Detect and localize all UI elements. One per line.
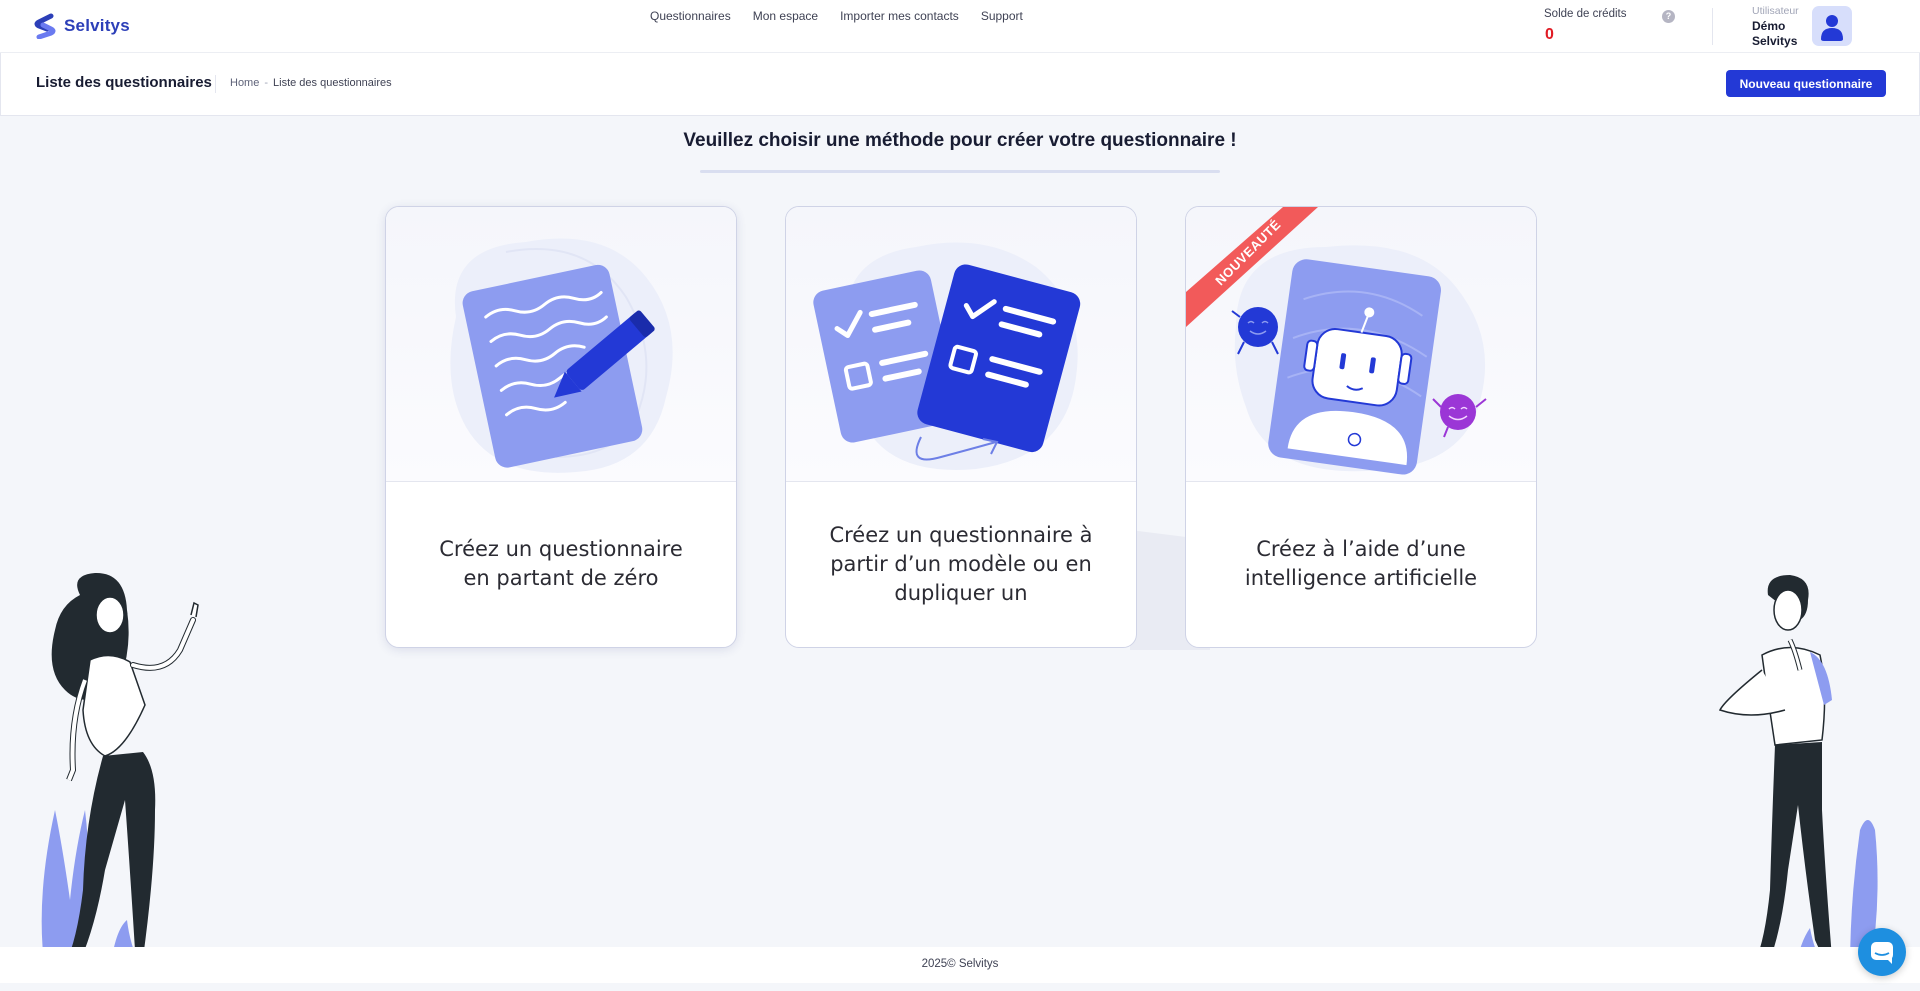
divider: [1712, 8, 1713, 45]
footer: 2025© Selvitys: [0, 947, 1920, 983]
card-label-line: dupliquer un: [894, 580, 1028, 605]
card-label-line: partir d’un modèle ou en: [830, 551, 1092, 576]
create-with-ai-card[interactable]: NOUVEAUTÉ Créez à l’aide d’une intellige…: [1185, 206, 1537, 648]
user-info[interactable]: Utilisateur Démo Selvitys: [1752, 5, 1799, 49]
card-label: Créez un questionnaire à partir d’un mod…: [806, 481, 1116, 647]
card-illustration: NOUVEAUTÉ: [1186, 207, 1536, 482]
card-illustration: [386, 207, 736, 482]
man-illustration: [1718, 575, 1878, 971]
heading-underline: [700, 170, 1220, 173]
user-last-name: Selvitys: [1752, 34, 1798, 48]
nav-item-support[interactable]: Support: [970, 7, 1034, 25]
brand-name: Selvitys: [64, 16, 130, 35]
document-pencil-icon: [450, 238, 673, 473]
top-navbar: Selvitys Questionnaires Mon espace Impor…: [0, 0, 1920, 53]
breadcrumb-home[interactable]: Home: [230, 77, 259, 89]
card-label-line: Créez un questionnaire à: [829, 522, 1093, 547]
new-questionnaire-button[interactable]: Nouveau questionnaire: [1726, 70, 1886, 97]
nav-item-questionnaires[interactable]: Questionnaires: [640, 7, 742, 25]
user-icon: [1821, 15, 1843, 41]
card-label: Créez un questionnaire en partant de zér…: [406, 481, 716, 647]
chat-button[interactable]: [1858, 928, 1906, 976]
card-label-line: intelligence artificielle: [1244, 566, 1478, 590]
create-from-template-card[interactable]: Créez un questionnaire à partir d’un mod…: [785, 206, 1137, 648]
card-label-line: Créez à l’aide d’une: [1256, 537, 1466, 561]
card-label-line: en partant de zéro: [463, 566, 659, 590]
user-first-name: Démo: [1752, 19, 1786, 33]
ai-robot-icon: [1186, 207, 1487, 475]
breadcrumb-separator: -: [264, 77, 269, 89]
nav-item-mon-espace[interactable]: Mon espace: [742, 7, 829, 25]
page-heading: Veuillez choisir une méthode pour créer …: [683, 130, 1237, 151]
card-illustration: [786, 207, 1136, 482]
page-title: Liste des questionnaires: [36, 74, 212, 91]
credits-widget: Solde de crédits 0: [1544, 8, 1626, 44]
create-from-scratch-card[interactable]: Créez un questionnaire en partant de zér…: [385, 206, 737, 648]
brand-logo[interactable]: Selvitys: [33, 13, 130, 39]
selvitys-logo-icon: [34, 13, 56, 39]
chat-icon: [1871, 942, 1893, 964]
help-icon[interactable]: ?: [1662, 10, 1675, 23]
divider: [215, 75, 216, 93]
page-toolbar: Liste des questionnaires Home - Liste de…: [0, 53, 1920, 116]
avatar[interactable]: [1812, 6, 1852, 46]
card-label-line: Créez un questionnaire: [439, 537, 683, 561]
card-label: Créez à l’aide d’une intelligence artifi…: [1206, 481, 1516, 647]
nav-item-importer-contacts[interactable]: Importer mes contacts: [829, 7, 970, 25]
main-nav: Questionnaires Mon espace Importer mes c…: [640, 7, 1034, 25]
user-role: Utilisateur: [1752, 5, 1799, 17]
woman-illustration: [41, 572, 199, 973]
credits-label: Solde de crédits: [1544, 8, 1627, 20]
checklist-documents-icon: [813, 242, 1081, 470]
footer-copyright: 2025© Selvitys: [921, 958, 999, 970]
breadcrumb-current: Liste des questionnaires: [273, 77, 392, 89]
breadcrumb: Home - Liste des questionnaires: [230, 77, 392, 89]
credits-value: 0: [1545, 26, 1554, 43]
